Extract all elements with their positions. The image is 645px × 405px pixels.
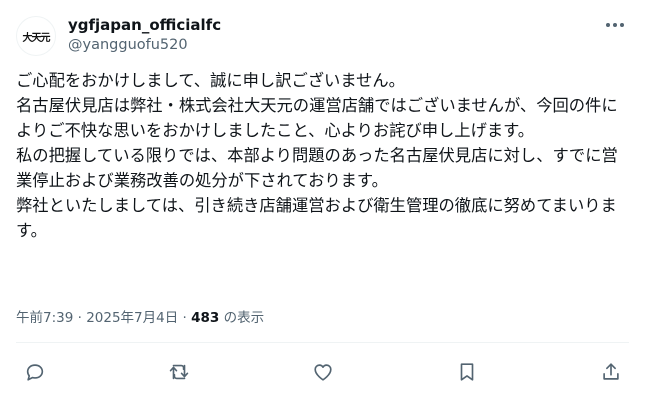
avatar-logo-text: 大天元 [22, 32, 51, 44]
post-date[interactable]: 2025年7月4日 [86, 310, 178, 326]
meta-separator: · [73, 310, 87, 326]
post-text: ご心配をおかけしまして、誠に申し訳ございません。 名古屋伏見店は弊社・株式会社大… [16, 71, 618, 240]
reply-icon [26, 364, 44, 381]
like-button[interactable] [308, 358, 338, 386]
post-card: 大天元 ygfjapan_officialfc @yangguofu520 ご心… [0, 0, 645, 405]
action-bar [16, 356, 629, 388]
author-display-name[interactable]: ygfjapan_officialfc [68, 16, 221, 34]
bookmark-icon [460, 363, 474, 381]
reply-button[interactable] [20, 358, 50, 386]
heart-icon [314, 364, 332, 381]
repost-icon [169, 364, 189, 380]
repost-button[interactable] [164, 358, 194, 386]
more-horizontal-icon [606, 23, 624, 27]
post-header: 大天元 ygfjapan_officialfc @yangguofu520 [16, 8, 629, 60]
author-handle[interactable]: @yangguofu520 [68, 37, 188, 53]
post-time[interactable]: 午前7:39 [16, 310, 73, 326]
views-label: の表示 [219, 310, 265, 326]
share-icon [603, 363, 619, 380]
more-options-button[interactable] [601, 14, 629, 36]
divider [16, 342, 629, 343]
post-meta: 午前7:39 · 2025年7月4日 · 483 の表示 [16, 306, 629, 326]
meta-separator: · [178, 310, 192, 326]
views-count: 483 [191, 310, 220, 326]
bookmark-button[interactable] [452, 358, 482, 386]
share-button[interactable] [596, 358, 626, 386]
avatar[interactable]: 大天元 [16, 16, 56, 56]
